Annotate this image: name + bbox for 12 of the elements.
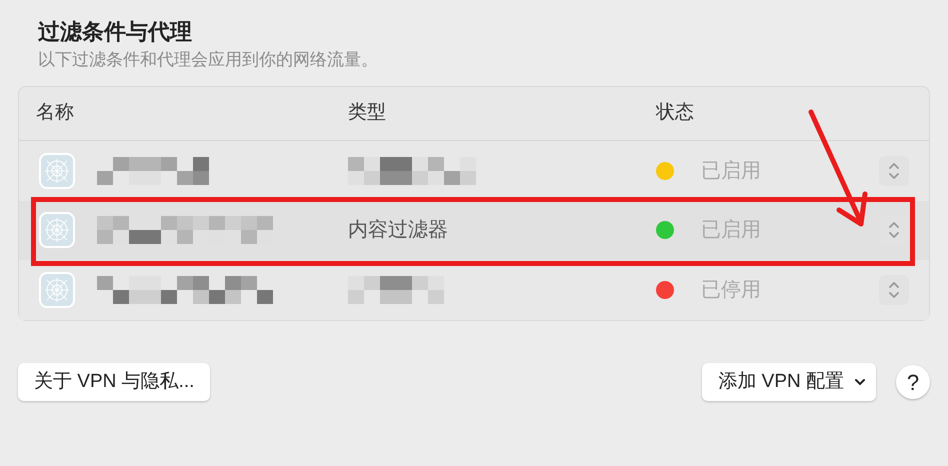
type-text: 内容过滤器 [348,219,448,242]
section-subtitle: 以下过滤条件和代理会应用到你的网络流量。 [38,49,379,71]
column-header: 名称 [36,101,75,126]
status-text: 已启用 [701,158,762,184]
column-header: 状态 [656,101,694,126]
section-title: 过滤条件与代理 [38,18,193,46]
about-vpn-privacy-button[interactable]: 关于 VPN 与隐私... [18,363,210,401]
column-header: 类型 [348,101,387,126]
help-button[interactable]: ? [896,365,930,399]
status-text: 已启用 [701,218,762,244]
status-text: 已停用 [701,278,762,304]
add-vpn-configuration-button[interactable]: 添加 VPN 配置 [702,363,876,401]
